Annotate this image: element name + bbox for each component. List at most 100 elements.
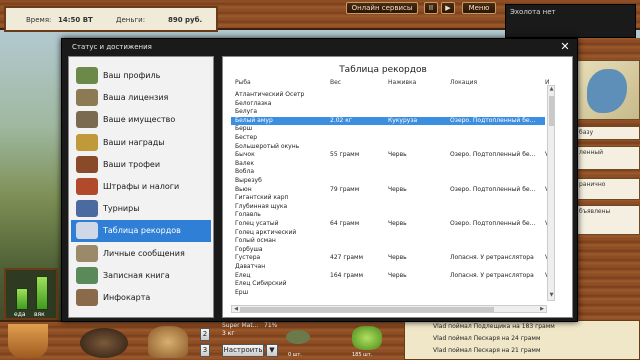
menu-item-9[interactable]: Записная книга: [71, 265, 211, 287]
configure-button[interactable]: Настроить: [222, 344, 264, 357]
table-row[interactable]: Вьюн 79 грамм Червь Озеро. Подтопленный бе.…: [231, 185, 549, 194]
status-gauges: еда вяк: [4, 268, 58, 320]
table-row[interactable]: Горбуша: [231, 246, 545, 254]
table-header: Рыба Вес Наживка Локация И: [231, 79, 553, 91]
table-row[interactable]: Голец усатый 64 грамм Червь Озеро. Подтопле…: [231, 220, 549, 228]
cell-location: Озеро. Подтопленный бе...: [450, 151, 536, 159]
menu-item-2[interactable]: Ваше имущество: [71, 109, 211, 131]
cell-bait: Червь: [388, 185, 407, 193]
column-bait[interactable]: Наживка: [388, 79, 448, 86]
table-row[interactable]: Елец Сибирский: [231, 280, 545, 288]
scroll-thumb[interactable]: [240, 307, 494, 312]
money-label: Деньги:: [116, 16, 146, 24]
messages-icon: [76, 244, 98, 262]
chat-line: Vlad поймал Пескаря на 24 грамм: [433, 335, 541, 342]
lure-name: Super Mat...: [222, 322, 259, 329]
menu-item-label: Ваша лицензия: [103, 93, 169, 103]
cell-weight: 64 грамм: [330, 220, 360, 227]
table-row[interactable]: Голый осман: [231, 237, 545, 245]
vertical-scrollbar[interactable]: ▲ ▼: [547, 85, 555, 301]
table-row[interactable]: Белуга: [231, 108, 545, 116]
table-row[interactable]: Гигантский карп: [231, 194, 545, 202]
energy-gauge: [36, 276, 48, 310]
cell-fish: Голец усатый: [235, 220, 279, 227]
table-row[interactable]: Бычок 55 грамм Червь Озеро. Подтопленный бе…: [231, 151, 549, 159]
cell-fish: Белоглазка: [235, 99, 272, 107]
cell-fish: Белуга: [235, 108, 258, 116]
cell-weight: 164 грамм: [330, 271, 364, 279]
cell-bait: Червь: [388, 220, 407, 227]
menu-button[interactable]: Меню: [462, 2, 496, 14]
scroll-down-icon[interactable]: ▼: [548, 292, 555, 300]
tournament-icon: [76, 200, 98, 218]
dialog-title: Статус и достижения: [72, 43, 152, 51]
cell-fish: Атлантический Осетр: [235, 91, 305, 98]
fish-trophy-icon: [76, 155, 98, 173]
cell-bait: Червь: [388, 271, 407, 279]
table-row[interactable]: Берш: [231, 125, 545, 133]
time-label: Время:: [26, 16, 52, 24]
count-b: 185 шт.: [352, 352, 373, 358]
table-row[interactable]: Голавль: [231, 211, 545, 219]
cell-fish: Голый осман: [235, 237, 276, 245]
column-location[interactable]: Локация: [450, 79, 543, 86]
menu-item-10[interactable]: Инфокарта: [71, 287, 211, 309]
table-row[interactable]: Белоглазка: [231, 100, 545, 108]
slot-count-1[interactable]: 2: [200, 328, 210, 341]
slot-count-2[interactable]: 3: [200, 344, 210, 357]
play-button[interactable]: ▶: [441, 2, 455, 14]
table-row[interactable]: Вырезуб: [231, 177, 545, 185]
horizontal-scrollbar[interactable]: ◀ ▶: [231, 305, 547, 313]
table-row[interactable]: Ерш: [231, 289, 545, 297]
close-icon[interactable]: ✕: [559, 41, 571, 53]
table-row[interactable]: Густера 427 грамм Червь Лопасня. У ретрансл…: [231, 254, 549, 262]
property-icon: [76, 111, 98, 129]
table-row[interactable]: Большеротый окунь: [231, 143, 545, 151]
table-row[interactable]: Вобла: [231, 168, 545, 176]
menu-item-7[interactable]: Таблица рекордов: [71, 220, 211, 243]
bag-icon[interactable]: [148, 326, 188, 358]
scroll-right-icon[interactable]: ▶: [538, 306, 546, 312]
online-services-button[interactable]: Онлайн сервисы: [346, 2, 418, 14]
cell-location: Озеро. Подтопленный бе...: [450, 220, 536, 227]
menu-item-6[interactable]: Турниры: [71, 198, 211, 220]
scroll-left-icon[interactable]: ◀: [232, 306, 240, 312]
scroll-up-icon[interactable]: ▲: [548, 86, 555, 94]
cell-location: Лопасня. У ретранслятора: [450, 254, 534, 262]
cell-fish: Даватчан: [235, 263, 266, 270]
column-weight[interactable]: Вес: [330, 79, 386, 86]
menu-item-8[interactable]: Личные сообщения: [71, 243, 211, 265]
peas-bait-icon[interactable]: [352, 326, 382, 350]
menu-item-5[interactable]: Штрафы и налоги: [71, 176, 211, 198]
cell-fish: Голавль: [235, 211, 261, 219]
side-card-1[interactable]: базу: [576, 126, 640, 140]
table-row[interactable]: Атлантический Осетр: [231, 91, 545, 99]
energy-label: вяк: [34, 311, 45, 318]
bucket-icon[interactable]: [8, 324, 48, 358]
records-chart-icon: [76, 222, 98, 240]
table-row[interactable]: Елец 164 грамм Червь Лопасня. У ретранслято…: [231, 271, 549, 280]
pause-button[interactable]: II: [424, 2, 438, 14]
table-row[interactable]: Даватчан: [231, 263, 545, 271]
menu-item-label: Таблица рекордов: [103, 226, 181, 236]
feather-icon[interactable]: [286, 330, 310, 344]
menu-item-3[interactable]: Ваши награды: [71, 132, 211, 154]
bait-pot-icon[interactable]: [80, 328, 128, 358]
table-row[interactable]: Белый амур 2.02 кг Кукуруза Озеро. Подтопле…: [231, 116, 549, 125]
table-row[interactable]: Глубинная щука: [231, 203, 545, 211]
chevron-down-icon[interactable]: ▼: [266, 344, 278, 357]
menu-item-0[interactable]: Ваш профиль: [71, 65, 211, 87]
records-title: Таблица рекордов: [339, 65, 427, 75]
menu-item-1[interactable]: Ваша лицензия: [71, 87, 211, 109]
scroll-thumb[interactable]: [549, 96, 554, 126]
table-row[interactable]: Валек: [231, 160, 545, 168]
menu-item-label: Записная книга: [103, 270, 170, 280]
cell-weight: 79 грамм: [330, 185, 360, 193]
column-fish[interactable]: Рыба: [235, 79, 327, 86]
table-row[interactable]: Голец арктический: [231, 229, 545, 237]
table-row[interactable]: Бестер: [231, 134, 545, 142]
notebook-icon: [76, 266, 98, 284]
cell-fish: Белый амур: [235, 116, 273, 124]
lake-map[interactable]: [576, 60, 640, 120]
menu-item-4[interactable]: Ваши трофеи: [71, 154, 211, 176]
